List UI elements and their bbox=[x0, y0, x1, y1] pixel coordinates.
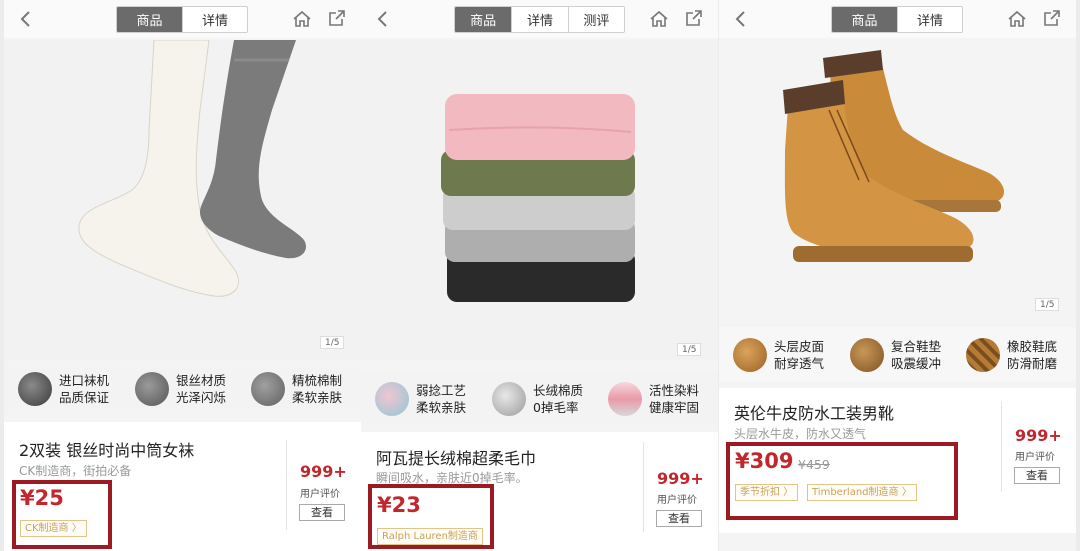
review-count: 999+ bbox=[657, 469, 704, 488]
fabric-icon bbox=[375, 382, 409, 416]
feature-item: 活性染料 健康牢固 bbox=[608, 379, 699, 419]
fiber-icon bbox=[492, 382, 526, 416]
feature-item: 头层皮面 耐穿透气 bbox=[733, 335, 824, 375]
page-tabs: 商品 详情 测评 bbox=[454, 6, 625, 33]
feature-line2: 柔软亲肤 bbox=[292, 390, 343, 405]
view-reviews-button[interactable]: 查看 bbox=[1014, 467, 1060, 484]
feature-item: 复合鞋垫 吸震缓冲 bbox=[850, 335, 941, 375]
back-icon[interactable] bbox=[18, 10, 34, 28]
tab-product[interactable]: 商品 bbox=[117, 7, 182, 32]
home-icon[interactable] bbox=[649, 9, 669, 29]
product-subtitle: CK制造商，街拍必备 bbox=[19, 464, 132, 478]
feature-strip: 弱捻工艺柔软亲肤 长绒棉质 0掉毛率 活性染料健康牢固 bbox=[361, 371, 718, 425]
back-icon[interactable] bbox=[375, 10, 391, 28]
socks-icon bbox=[18, 372, 52, 406]
tab-review[interactable]: 测评 bbox=[567, 7, 624, 32]
boots-illustration bbox=[719, 40, 1076, 316]
feature-line2: 光泽闪烁 bbox=[176, 390, 227, 405]
insole-icon bbox=[850, 338, 884, 372]
feature-line2: 防滑耐磨 bbox=[1007, 356, 1058, 371]
tab-details[interactable]: 详情 bbox=[182, 7, 247, 32]
product-title: 2双装 银丝时尚中筒女袜 bbox=[19, 441, 195, 460]
view-reviews-button[interactable]: 查看 bbox=[656, 510, 702, 527]
sole-icon bbox=[966, 338, 1000, 372]
view-reviews-button[interactable]: 查看 bbox=[299, 504, 345, 521]
feature-item: 弱捻工艺 柔软亲肤 bbox=[375, 379, 466, 419]
home-icon[interactable] bbox=[292, 9, 312, 29]
tab-product[interactable]: 商品 bbox=[455, 7, 512, 32]
review-label: 用户评价 bbox=[657, 495, 697, 506]
silk-icon bbox=[135, 372, 169, 406]
review-count: 999+ bbox=[1015, 426, 1062, 445]
share-icon[interactable] bbox=[1043, 9, 1061, 27]
product-page-towel: 商品 详情 测评 1/5 弱捻工艺 柔软亲肤 长绒棉质 0掉毛率 活性染料 健康… bbox=[361, 0, 718, 551]
feature-strip: 头层皮面耐穿透气 复合鞋垫吸震缓冲 橡胶鞋底防滑耐磨 bbox=[719, 327, 1076, 381]
product-title: 阿瓦提长绒棉超柔毛巾 bbox=[376, 449, 537, 468]
divider bbox=[643, 442, 644, 532]
feature-line2: 耐穿透气 bbox=[774, 356, 825, 371]
feature-line2: 柔软亲肤 bbox=[416, 400, 467, 415]
cotton-icon bbox=[251, 372, 285, 406]
feature-line1: 弱捻工艺 bbox=[416, 383, 467, 398]
feature-item: 橡胶鞋底 防滑耐磨 bbox=[966, 335, 1057, 375]
home-icon[interactable] bbox=[1007, 9, 1027, 29]
feature-line1: 复合鞋垫 bbox=[891, 339, 942, 354]
feature-item: 银丝材质 光泽闪烁 bbox=[135, 369, 226, 409]
feature-line1: 活性染料 bbox=[649, 383, 700, 398]
product-page-boots: 商品 详情 1/5 头层皮面 耐穿透气 复合鞋垫 吸震缓冲 橡胶鞋底 防滑耐磨 … bbox=[719, 0, 1076, 551]
tab-details[interactable]: 详情 bbox=[511, 7, 567, 32]
page-tabs: 商品 详情 bbox=[116, 6, 248, 33]
feature-item: 长绒棉质 0掉毛率 bbox=[492, 379, 583, 419]
feature-line1: 头层皮面 bbox=[774, 339, 825, 354]
feature-item: 精梳棉制 柔软亲肤 bbox=[251, 369, 342, 409]
tab-product[interactable]: 商品 bbox=[832, 7, 897, 32]
leather-icon bbox=[733, 338, 767, 372]
socks-illustration bbox=[4, 39, 361, 360]
feature-line2: 健康牢固 bbox=[649, 400, 700, 415]
feature-line1: 长绒棉质 bbox=[533, 383, 584, 398]
product-subtitle: 头层水牛皮，防水又透气 bbox=[734, 427, 867, 441]
image-pager: 1/5 bbox=[677, 343, 702, 356]
product-title: 英伦牛皮防水工装男靴 bbox=[734, 404, 895, 423]
feature-line2: 0掉毛率 bbox=[533, 400, 579, 415]
feature-line2: 吸震缓冲 bbox=[891, 356, 942, 371]
divider bbox=[1001, 402, 1002, 492]
highlight-box bbox=[726, 442, 958, 520]
highlight-box bbox=[368, 484, 494, 549]
feature-line1: 精梳棉制 bbox=[292, 373, 343, 388]
page-tabs: 商品 详情 bbox=[831, 6, 963, 33]
product-page-socks: 商品 详情 1/5 进口袜机 品质保证 银丝材质 光泽闪烁 精梳棉制 柔软亲肤 … bbox=[4, 0, 361, 551]
comparison-screenshot: 商品 详情 1/5 进口袜机 品质保证 银丝材质 光泽闪烁 精梳棉制 柔软亲肤 … bbox=[0, 0, 1080, 551]
divider bbox=[286, 440, 287, 530]
towel-stack-illustration bbox=[361, 40, 718, 360]
review-label: 用户评价 bbox=[1015, 452, 1055, 463]
dye-icon bbox=[608, 382, 642, 416]
review-count: 999+ bbox=[300, 462, 347, 481]
top-nav-bar: 商品 详情 测评 bbox=[361, 0, 718, 38]
feature-strip: 进口袜机品质保证 银丝材质光泽闪烁 精梳棉制柔软亲肤 bbox=[4, 361, 361, 415]
feature-line1: 银丝材质 bbox=[176, 373, 227, 388]
product-image[interactable]: 1/5 bbox=[361, 40, 718, 360]
feature-line2: 品质保证 bbox=[59, 390, 110, 405]
tab-details[interactable]: 详情 bbox=[897, 7, 962, 32]
image-pager: 1/5 bbox=[1035, 298, 1060, 311]
feature-line1: 进口袜机 bbox=[59, 373, 110, 388]
highlight-box bbox=[12, 480, 112, 549]
image-pager: 1/5 bbox=[320, 336, 345, 349]
review-label: 用户评价 bbox=[300, 489, 340, 500]
top-nav-bar: 商品 详情 bbox=[719, 0, 1076, 38]
back-icon[interactable] bbox=[733, 10, 749, 28]
feature-line1: 橡胶鞋底 bbox=[1007, 339, 1058, 354]
feature-item: 进口袜机 品质保证 bbox=[18, 369, 109, 409]
top-nav-bar: 商品 详情 bbox=[4, 0, 361, 38]
share-icon[interactable] bbox=[685, 9, 703, 27]
product-image[interactable]: 1/5 bbox=[4, 39, 361, 360]
product-image[interactable]: 1/5 bbox=[719, 40, 1076, 316]
share-icon[interactable] bbox=[328, 9, 346, 27]
